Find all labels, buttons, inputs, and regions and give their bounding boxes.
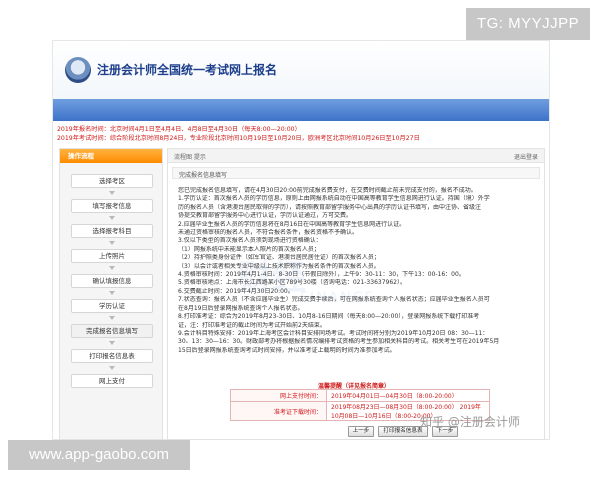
finance-watermark: 财经 (238, 258, 306, 298)
site-title: 注册会计师全国统一考试网上报名 (97, 63, 278, 77)
site-url-watermark-badge: www.app-gaobo.com (8, 440, 190, 470)
section-header: 完成报名信息填写 (172, 167, 540, 179)
sidebar-header: 操作流程 (60, 149, 162, 163)
arrow-down-icon (109, 291, 115, 295)
instruction-line: 8.打印准考证：综合为2019年8月23-30日、10月8-16日期间（每天8:… (178, 313, 480, 321)
instruction-line: 4.资格审核时间：2019年4月1-4日、8-30日（节假日除外），上午9：30… (178, 271, 465, 279)
tips-label: 网上支付时间： (230, 389, 327, 402)
instruction-line: 未通过资格审核的报名人员，不符合报名条件，报名资格不予确认。 (178, 229, 359, 237)
nav-bar (53, 99, 549, 121)
arrow-down-icon (109, 266, 115, 270)
instructions-text: 您已完成报名信息填写，请在4月30日20:00前完成报名费支付，在交费时间截止前… (178, 187, 538, 355)
instruction-line: 历的报名人员（含港澳台居民取得的学历），请按照教育部留学服务中心出具的学历认证书… (178, 203, 482, 211)
arrow-down-icon (109, 191, 115, 195)
zhihu-watermark: 知乎 @注册会计师 (420, 415, 520, 429)
instruction-line: 2.应届毕业生报名人员的学历信息将在8月16日在中国高等教育学生信息网进行认证。 (178, 220, 406, 228)
sidebar-item-upload-photo[interactable]: 上传照片 (71, 249, 153, 263)
sidebar-item-print-form[interactable]: 打印报名信息表 (71, 349, 153, 363)
instruction-line: 15日后登录网报系统查询考试时间安排，并以准考证上载明的时间为准参加考试。 (178, 346, 396, 354)
tg-watermark-badge: TG: MYYJJPP (466, 8, 590, 40)
table-row: 网上支付时间： 2019年04月01日—04月30日（8:00-20:00） (230, 389, 490, 402)
breadcrumb[interactable]: 流程图 提示 (174, 152, 206, 161)
sidebar-item-confirm-info[interactable]: 确认填报信息 (71, 274, 153, 288)
prev-step-button[interactable]: 上一步 (348, 426, 374, 437)
logout-link[interactable]: 退出登录 (514, 152, 538, 161)
sidebar-item-select-subjects[interactable]: 选择报考科目 (71, 224, 153, 238)
instruction-line: 您已完成报名信息填写，请在4月30日20:00前完成报名费支付，在交费时间截止前… (178, 187, 477, 194)
tips-label: 准考证下载时间： (230, 401, 327, 421)
notice-box: 2019年报名时间：北京时间4月1日至4月4日、4月8日至4月30日（每天8:0… (57, 125, 545, 143)
finance-watermark-sub: FINANCE (300, 290, 376, 306)
notice-registration-time: 2019年报名时间：北京时间4月1日至4月4日、4月8日至4月30日（每天8:0… (57, 126, 301, 133)
instruction-line: 1.学历认证：首次报名人员的学历信息，原则上由网报系统自动在中国高等教育学生信息… (178, 195, 490, 203)
notice-exam-time: 2019年考试时间：综合阶段北京时间8月24日，专业阶段北京时间10月19日至1… (57, 135, 420, 142)
section-title: 完成报名信息填写 (179, 172, 228, 179)
arrow-down-icon (109, 241, 115, 245)
instruction-line: 协提交教育部留学服务中心进行认证，学历认证通过，方可交费。 (178, 212, 353, 220)
registration-page: 注册会计师全国统一考试网上报名 2019年报名时间：北京时间4月1日至4月4日、… (52, 40, 550, 440)
instruction-line: （1）网报系统中未能显示本人照片的首次报名人员； (178, 245, 320, 253)
instruction-line: （3）以会计或者相关专业中级以上技术职称作为报名条件的首次报名人员。 (178, 262, 380, 270)
sidebar-item-select-area[interactable]: 选择考区 (71, 174, 153, 188)
cicpa-logo-icon (65, 57, 91, 83)
sidebar-item-complete-info[interactable]: 完成报名信息填写 (71, 324, 153, 338)
sidebar-item-fill-info[interactable]: 填写报考信息 (71, 199, 153, 213)
arrow-down-icon (109, 316, 115, 320)
instruction-line: 30、13：30—16：30。财政部考办将根据报名情况编排考试资格的考生参加相关… (178, 338, 500, 346)
breadcrumb-bar: 流程图 提示 退出登录 (168, 149, 544, 163)
process-sidebar: 操作流程 选择考区 填写报考信息 选择报考科目 上传照片 确认填报信息 学历认证… (59, 148, 163, 440)
arrow-down-icon (109, 216, 115, 220)
sidebar-item-online-payment[interactable]: 网上支付 (71, 374, 153, 388)
arrow-down-icon (109, 366, 115, 370)
instruction-line: 5.资格审核地点：上海市长江西路某小区789号30楼（咨询电话：021-3363… (178, 279, 406, 287)
instruction-line: 9.会计科目特殊安排：2019年上海考区会计科目安排同场考试。考试时间将分别为2… (178, 329, 489, 337)
tips-value: 2019年04月01日—04月30日（8:00-20:00） (326, 389, 490, 402)
instruction-line: （2）持护照类身份证件（如军官证、港澳台居民居住证）的首次报名人员； (178, 254, 380, 262)
arrow-down-icon (109, 341, 115, 345)
instruction-line: 证，注：打印准考证的截止时间为考试开始前2天结束。 (178, 321, 326, 329)
sidebar-item-degree-auth[interactable]: 学历认证 (71, 299, 153, 313)
instruction-line: 3.仅以下类型的首次报名人员须到现场进行资格确认： (178, 237, 322, 245)
site-header: 注册会计师全国统一考试网上报名 (53, 41, 549, 99)
